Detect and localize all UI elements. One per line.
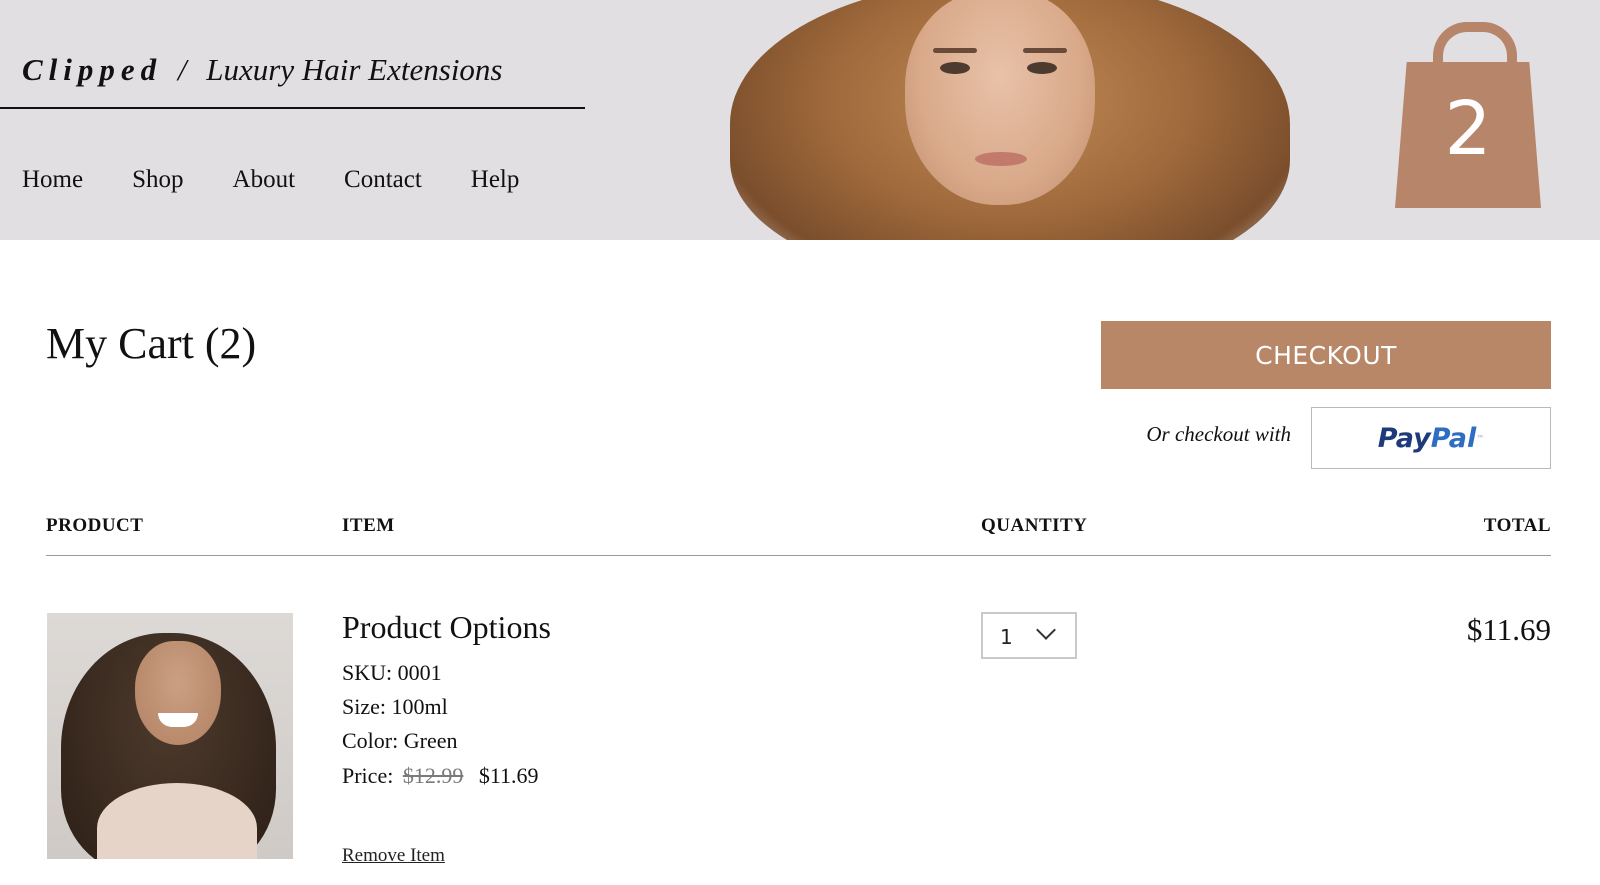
hero-model-image	[700, 0, 1340, 240]
product-price-row: Price: $12.99 $11.69	[342, 763, 539, 789]
column-header-total: TOTAL	[1483, 515, 1551, 536]
brand-underline	[0, 107, 585, 109]
brand-logo[interactable]: Clipped / Luxury Hair Extensions	[22, 52, 503, 88]
brand-separator: /	[177, 52, 187, 87]
paypal-button[interactable]: Pay Pal ™	[1311, 407, 1551, 469]
quantity-select[interactable]: 1	[981, 612, 1077, 659]
hero-lips	[975, 152, 1027, 166]
cart-bag-button[interactable]: 2	[1395, 22, 1541, 208]
brand-name: Clipped	[22, 52, 163, 87]
page-title: My Cart (2)	[46, 319, 257, 368]
hero-face	[905, 0, 1095, 205]
quantity-value: 1	[1000, 625, 1013, 649]
paypal-logo-pal: Pal	[1430, 422, 1477, 454]
nav-contact[interactable]: Contact	[344, 166, 422, 194]
product-size: Size: 100ml	[342, 694, 448, 719]
product-sku: SKU: 0001	[342, 660, 442, 685]
hero-brow-left	[933, 48, 977, 53]
nav-about[interactable]: About	[233, 166, 296, 194]
line-total: $11.69	[1466, 612, 1551, 647]
hero-eye-left	[940, 62, 970, 74]
paypal-logo-pay: Pay	[1377, 422, 1431, 454]
alt-checkout-label: Or checkout with	[1146, 422, 1291, 446]
nav-home[interactable]: Home	[22, 166, 83, 194]
chevron-down-icon	[1036, 620, 1056, 640]
hero-brow-right	[1023, 48, 1067, 53]
original-price: $12.99	[402, 763, 464, 788]
product-thumbnail[interactable]	[47, 613, 293, 859]
thumbnail-face	[135, 641, 221, 745]
nav-help[interactable]: Help	[471, 166, 520, 194]
table-divider	[46, 555, 1551, 556]
product-name: Product Options	[342, 609, 551, 645]
cart-count-badge: 2	[1444, 86, 1492, 172]
nav-shop[interactable]: Shop	[132, 166, 183, 194]
thumbnail-smile	[158, 713, 198, 727]
column-header-product: PRODUCT	[46, 515, 144, 536]
product-color: Color: Green	[342, 728, 458, 753]
price-label: Price:	[342, 763, 394, 788]
site-header: Clipped / Luxury Hair Extensions Home Sh…	[0, 0, 1600, 240]
column-header-item: ITEM	[342, 515, 395, 536]
paypal-trademark: ™	[1476, 433, 1485, 443]
hero-eye-right	[1027, 62, 1057, 74]
brand-tagline: Luxury Hair Extensions	[206, 52, 503, 87]
remove-item-link[interactable]: Remove Item	[342, 845, 445, 867]
main-nav: Home Shop About Contact Help	[22, 166, 568, 194]
checkout-button[interactable]: CHECKOUT	[1101, 321, 1551, 389]
column-header-quantity: QUANTITY	[981, 515, 1088, 536]
sale-price: $11.69	[478, 763, 539, 788]
